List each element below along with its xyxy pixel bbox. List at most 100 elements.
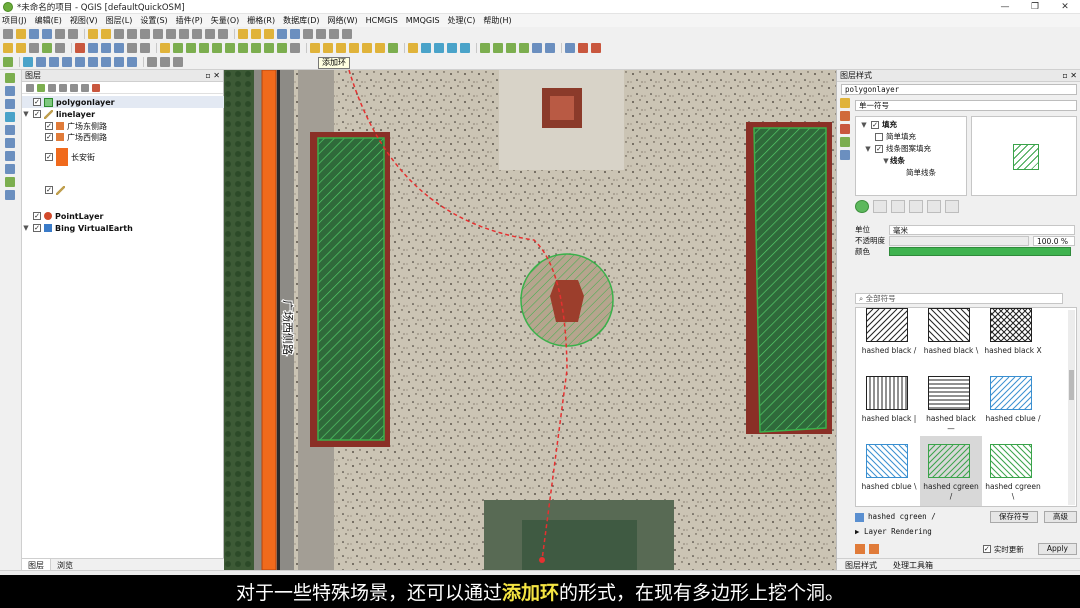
plugin-n-icon[interactable]	[49, 57, 59, 67]
manage-themes-icon[interactable]	[48, 83, 56, 92]
redo-icon[interactable]	[869, 544, 879, 554]
zoom-layer-icon[interactable]	[153, 29, 163, 39]
menu-help[interactable]: 帮助(H)	[483, 15, 511, 26]
category-checkbox[interactable]: ✓	[45, 133, 53, 141]
text-annotation-icon[interactable]	[342, 29, 352, 39]
cut-features-icon[interactable]	[88, 43, 98, 53]
chevron-down-icon[interactable]: ▼	[22, 224, 30, 232]
deselect-icon[interactable]	[264, 29, 274, 39]
zoom-last-icon[interactable]	[179, 29, 189, 39]
menu-edit[interactable]: 编辑(E)	[35, 15, 62, 26]
statistics-icon[interactable]	[303, 29, 313, 39]
menu-project[interactable]: 项目(J)	[2, 15, 27, 26]
rotate-point-icon[interactable]	[290, 43, 300, 53]
layer-diagram-icon[interactable]	[388, 43, 398, 53]
plugin-e-icon[interactable]	[493, 43, 503, 53]
redo-icon[interactable]	[140, 43, 150, 53]
delete-ring-icon[interactable]	[212, 43, 222, 53]
plugin-b-icon[interactable]	[447, 43, 457, 53]
wms-icon[interactable]	[5, 151, 15, 161]
plugin-m-icon[interactable]	[36, 57, 46, 67]
labels-tab-icon[interactable]	[840, 111, 850, 121]
label-change-icon[interactable]	[362, 43, 372, 53]
category-checkbox[interactable]: ✓	[45, 122, 53, 130]
layer-row-bing[interactable]: ▼ ✓ Bing VirtualEarth	[22, 222, 132, 234]
menu-raster[interactable]: 栅格(R)	[247, 15, 275, 26]
zoom-full-icon[interactable]	[140, 29, 150, 39]
chevron-down-icon[interactable]: ▼	[882, 157, 890, 165]
symbol-checkbox[interactable]: ✓	[871, 120, 879, 129]
layer-select-dropdown[interactable]: polygonlayer	[841, 84, 1077, 95]
symbol-swatch-cell[interactable]: hashed cgreen \	[982, 436, 1044, 506]
save-project-icon[interactable]	[29, 29, 39, 39]
delete-selected-icon[interactable]	[75, 43, 85, 53]
category-row-west[interactable]: ✓ 广场西侧路	[42, 131, 107, 143]
color-button[interactable]	[889, 247, 1071, 256]
chevron-down-icon[interactable]: ▼	[860, 121, 868, 129]
tab-layer-styling[interactable]: 图层样式	[837, 559, 885, 570]
warning-icon[interactable]	[408, 43, 418, 53]
plugin-o-icon[interactable]	[62, 57, 72, 67]
plugin-p-icon[interactable]	[75, 57, 85, 67]
label-move-icon[interactable]	[336, 43, 346, 53]
open-project-icon[interactable]	[16, 29, 26, 39]
paste-features-icon[interactable]	[114, 43, 124, 53]
refresh-icon[interactable]	[218, 29, 228, 39]
symbol-library-scrollbar[interactable]	[1068, 310, 1075, 505]
plugin-f-icon[interactable]	[506, 43, 516, 53]
menu-settings[interactable]: 设置(S)	[140, 15, 167, 26]
menu-mmqgis[interactable]: MMQGIS	[406, 16, 440, 25]
add-group-icon[interactable]	[37, 83, 45, 92]
tab-browser[interactable]: 浏览	[51, 559, 79, 570]
symbol-swatch-cell[interactable]: hashed black /	[858, 308, 920, 370]
polygon-icon[interactable]	[5, 125, 15, 135]
symbol-layer-checkbox[interactable]: ✓	[875, 144, 883, 153]
toggle-editing-icon[interactable]	[16, 43, 26, 53]
open-styling-icon[interactable]	[26, 83, 34, 92]
line-icon[interactable]	[5, 112, 15, 122]
minimize-button[interactable]: —	[990, 0, 1020, 14]
remove-symbol-layer-icon[interactable]	[873, 200, 887, 213]
offset-curve-icon[interactable]	[251, 43, 261, 53]
plugin-h-icon[interactable]	[532, 43, 542, 53]
symbol-swatch-cell[interactable]: hashed black \	[920, 308, 982, 370]
add-polygon-icon[interactable]	[42, 43, 52, 53]
new-project-icon[interactable]	[3, 29, 13, 39]
3d-view-tab-icon[interactable]	[840, 137, 850, 147]
pan-icon[interactable]	[88, 29, 98, 39]
label-tool-icon[interactable]	[160, 43, 170, 53]
category-checkbox[interactable]: ✓	[45, 186, 53, 194]
plugin-w-icon[interactable]	[173, 57, 183, 67]
menu-view[interactable]: 视图(V)	[70, 15, 98, 26]
save-as-icon[interactable]	[42, 29, 52, 39]
globe-icon[interactable]	[421, 43, 431, 53]
category-checkbox[interactable]: ✓	[45, 153, 53, 161]
layer-visibility-checkbox[interactable]: ✓	[33, 212, 41, 220]
zoom-out-icon[interactable]	[127, 29, 137, 39]
apply-button[interactable]: Apply	[1037, 543, 1077, 555]
database-icon[interactable]	[5, 138, 15, 148]
category-row-other[interactable]: ✓	[42, 184, 68, 196]
opacity-spinbox[interactable]: 100.0 %	[1033, 236, 1075, 246]
virtual-layer-icon[interactable]	[5, 177, 15, 187]
panel-close-icon[interactable]: ▫ ✕	[1062, 70, 1077, 82]
left-polygon-feature[interactable]	[317, 137, 385, 441]
filter-legend-icon[interactable]	[59, 83, 67, 92]
zoom-next-icon[interactable]	[192, 29, 202, 39]
layer-row-pointlayer[interactable]: ✓ PointLayer	[22, 210, 103, 222]
undo-icon[interactable]	[127, 43, 137, 53]
print-layout-icon[interactable]	[55, 29, 65, 39]
plugin-r-icon[interactable]	[101, 57, 111, 67]
masks-tab-icon[interactable]	[840, 124, 850, 134]
symbology-tab-icon[interactable]	[840, 98, 850, 108]
panel-close-icon[interactable]: ▫ ✕	[205, 70, 220, 82]
menu-processing[interactable]: 处理(C)	[448, 15, 476, 26]
select-feature-icon[interactable]	[251, 29, 261, 39]
layer-row-polygonlayer[interactable]: ✓ polygonlayer	[22, 96, 224, 108]
move-feature-icon[interactable]	[55, 43, 65, 53]
label-rotate-icon[interactable]	[349, 43, 359, 53]
tree-line-pattern-fill[interactable]: ▼ ✓ 线条图案填充	[864, 143, 931, 154]
add-ring-icon[interactable]	[173, 43, 183, 53]
remove-layer-icon[interactable]	[92, 83, 100, 92]
add-part-icon[interactable]	[199, 43, 209, 53]
